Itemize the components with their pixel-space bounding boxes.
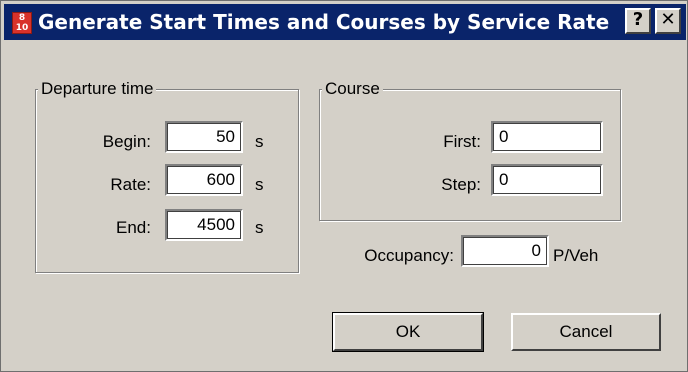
step-label: Step:: [441, 175, 481, 194]
end-input[interactable]: [165, 209, 243, 241]
rate-input[interactable]: [165, 164, 243, 196]
step-input[interactable]: [491, 164, 603, 196]
occupancy-input[interactable]: [461, 235, 549, 267]
app-icon: 8 10: [12, 12, 32, 34]
close-button[interactable]: ✕: [655, 8, 681, 34]
title-bar[interactable]: 8 10 Generate Start Times and Courses by…: [4, 4, 686, 40]
cancel-button[interactable]: Cancel: [511, 313, 661, 351]
begin-label: Begin:: [102, 132, 151, 151]
dialog-window: 8 10 Generate Start Times and Courses by…: [0, 0, 688, 372]
rate-unit: s: [255, 175, 264, 194]
app-icon-text-bottom: 10: [15, 23, 29, 33]
window-title: Generate Start Times and Courses by Serv…: [38, 10, 610, 34]
course-legend: Course: [322, 79, 383, 99]
app-icon-text-top: 8: [18, 13, 26, 23]
rate-label: Rate:: [110, 175, 151, 194]
departure-time-legend: Departure time: [38, 79, 157, 99]
occupancy-label: Occupancy:: [364, 246, 454, 265]
end-label: End:: [116, 218, 151, 237]
begin-unit: s: [255, 132, 264, 151]
begin-input[interactable]: [165, 121, 243, 153]
occupancy-unit: P/Veh: [553, 246, 599, 265]
help-button[interactable]: ?: [625, 8, 651, 34]
end-unit: s: [255, 218, 264, 237]
first-input[interactable]: [491, 121, 603, 153]
ok-button[interactable]: OK: [332, 312, 484, 352]
first-label: First:: [443, 132, 481, 151]
